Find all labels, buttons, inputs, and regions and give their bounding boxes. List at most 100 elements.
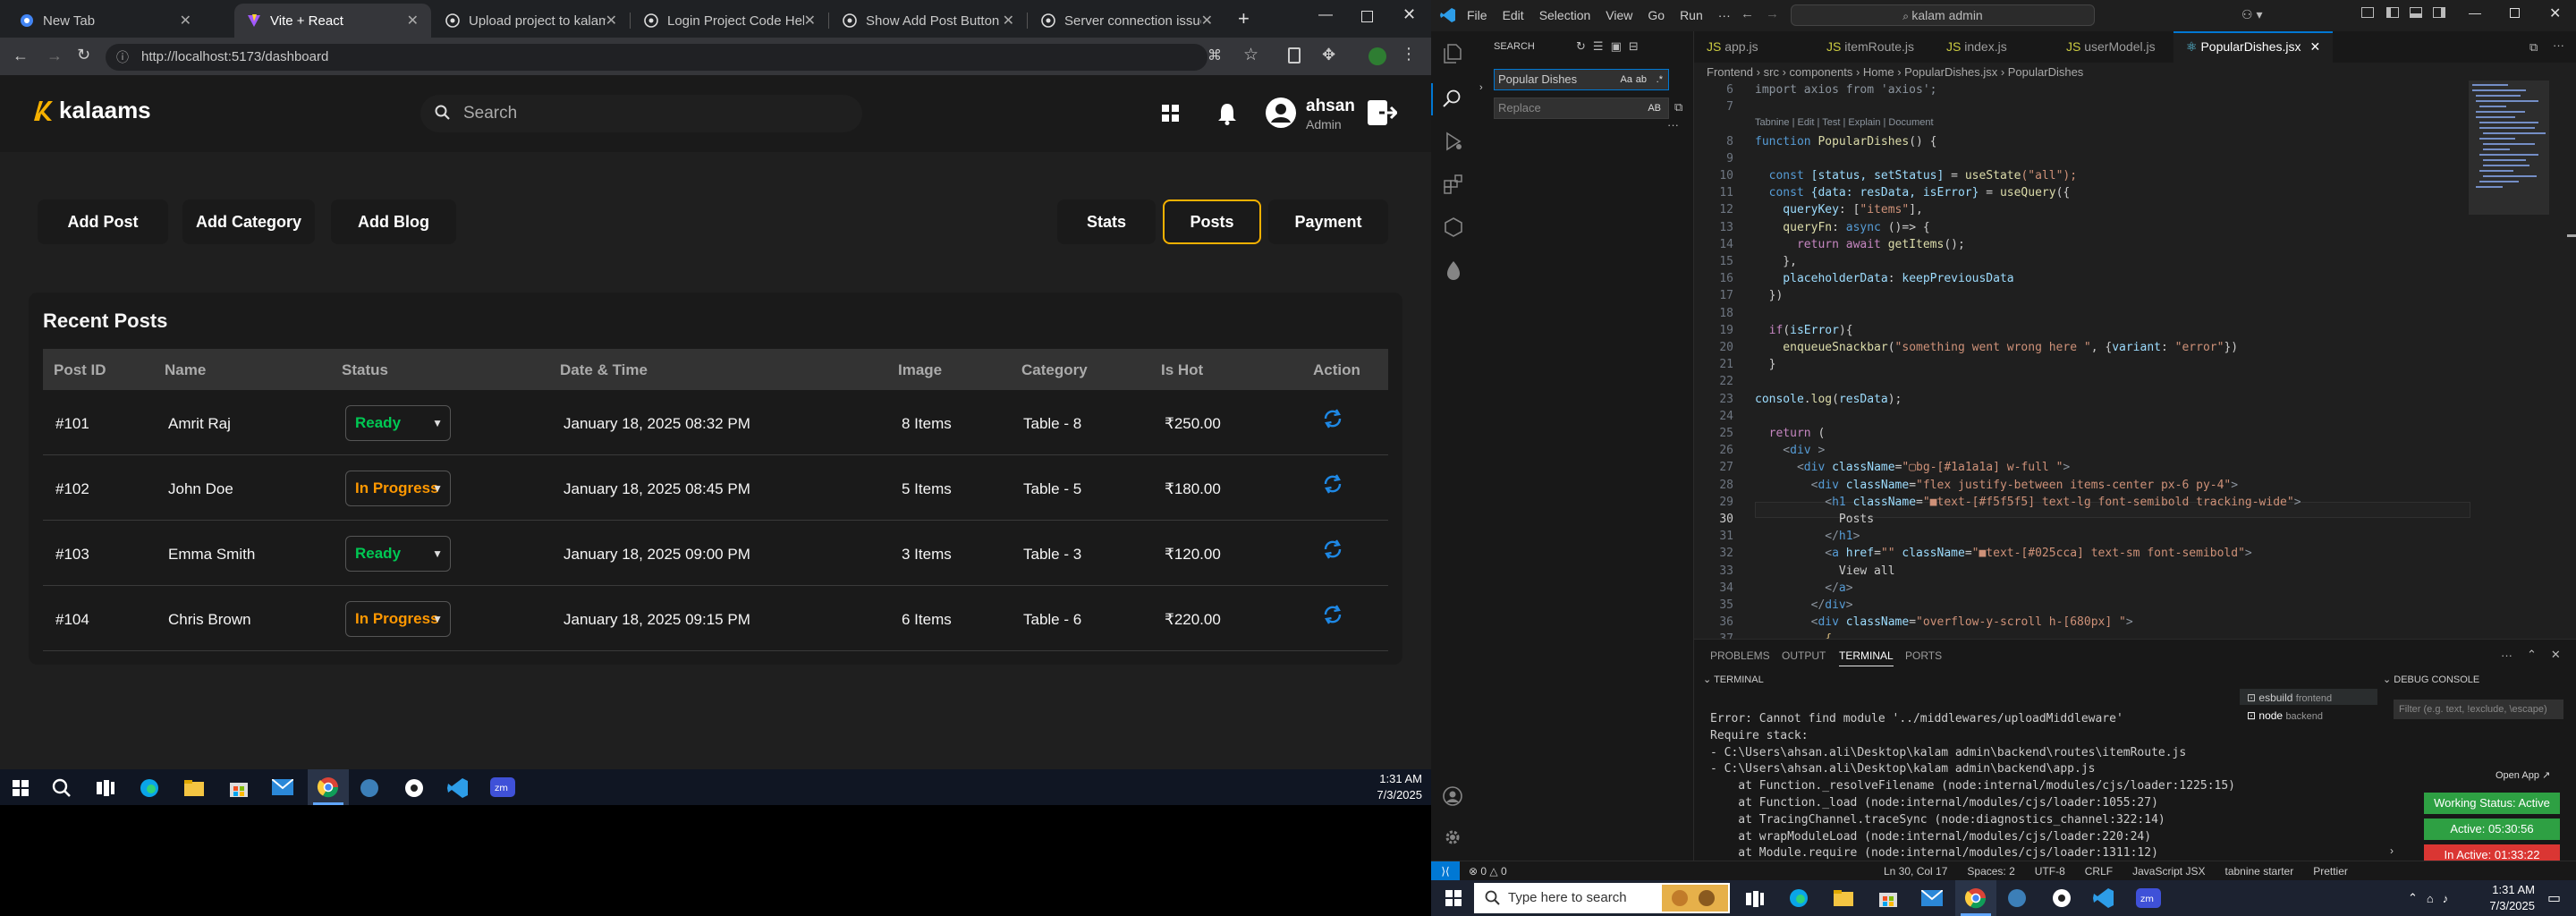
close-window-button[interactable]: ✕ (2549, 4, 2561, 22)
nav-forward-icon[interactable]: → (1766, 6, 1779, 21)
tab-ports[interactable]: PORTS (1905, 649, 1942, 662)
collapse-all-icon[interactable]: ⊟ (1629, 39, 1639, 54)
close-icon[interactable]: ✕ (2310, 39, 2321, 54)
expand-icon[interactable]: › (2390, 844, 2394, 857)
extensions-icon[interactable] (1444, 174, 1463, 194)
refresh-icon[interactable] (1322, 473, 1343, 495)
app-icon[interactable] (2052, 888, 2072, 908)
profile-avatar[interactable] (1368, 47, 1386, 65)
match-case-toggle[interactable]: Aa (1621, 70, 1632, 89)
address-bar[interactable]: ⓘ http://localhost:5173/dashboard (106, 44, 1208, 71)
menu-item[interactable]: Edit (1503, 8, 1524, 22)
breadcrumb-item[interactable]: Frontend (1707, 65, 1753, 79)
close-icon[interactable]: ✕ (1201, 12, 1213, 30)
minimize-button[interactable]: — (2469, 5, 2481, 20)
toggle-secondary-sidebar-icon[interactable] (2433, 7, 2445, 18)
forward-button[interactable]: → (47, 47, 63, 65)
clock-time[interactable]: 1:31 AM (2476, 883, 2535, 896)
open-app-button[interactable]: Open App ↗ (2496, 769, 2550, 781)
statusbar-encoding[interactable]: UTF-8 (2035, 865, 2065, 878)
search-icon[interactable] (52, 778, 72, 798)
close-panel-icon[interactable]: ✕ (2551, 648, 2561, 662)
debug-filter-input[interactable]: Filter (e.g. text, !exclude, \escape) (2394, 700, 2563, 719)
close-icon[interactable]: ✕ (1003, 12, 1014, 30)
editor-tab[interactable]: JS app.js (1694, 31, 1814, 63)
volume-icon[interactable]: ♪ (2443, 892, 2449, 905)
terminal-header[interactable]: ⌄ TERMINAL (1703, 674, 1764, 685)
remote-explorer-icon[interactable] (1444, 217, 1463, 237)
command-center[interactable]: ⌕ kalam admin (1791, 4, 2095, 26)
add-blog-button[interactable]: Add Blog (331, 199, 456, 244)
menu-item[interactable]: Go (1648, 8, 1665, 22)
statusbar-spaces[interactable]: Spaces: 2 (1967, 865, 2014, 878)
extension-icon[interactable]: ⌘ (1208, 47, 1222, 64)
remote-indicator-icon[interactable]: ⟩⟨ (1431, 861, 1460, 881)
clock-time[interactable]: 1:31 AM (1351, 772, 1422, 785)
chrome-taskbar-button[interactable] (1955, 880, 1996, 916)
breadcrumb-item[interactable]: Home (1863, 65, 1894, 79)
statusbar-prettier[interactable]: Prettier (2313, 865, 2348, 878)
tab-problems[interactable]: PROBLEMS (1710, 649, 1770, 662)
file-explorer-icon[interactable] (184, 780, 204, 796)
breadcrumb-item[interactable]: PopularDishes.jsx (1904, 65, 1997, 79)
replace-all-icon[interactable]: ⧉ (1674, 100, 1682, 114)
tab-payment[interactable]: Payment (1268, 199, 1388, 244)
browser-tab[interactable]: Show Add Post Button ✕ (830, 4, 1027, 38)
preserve-case-toggle[interactable]: AB (1648, 98, 1661, 118)
maximize-panel-icon[interactable]: ⌃ (2527, 648, 2537, 662)
tab-posts[interactable]: Posts (1163, 199, 1261, 244)
tab-terminal[interactable]: TERMINAL (1839, 649, 1894, 666)
clock-date[interactable]: 7/3/2025 (2476, 899, 2535, 912)
apps-grid-icon[interactable] (1161, 104, 1181, 123)
debug-console-header[interactable]: ⌄ DEBUG CONSOLE (2383, 674, 2479, 685)
toggle-sidebar-icon[interactable] (2386, 7, 2399, 18)
app-icon[interactable] (360, 778, 379, 798)
browser-tab[interactable]: Server connection issue fix ✕ (1029, 4, 1225, 38)
editor-tab-active[interactable]: ⚛ PopularDishes.jsx ✕ (2174, 31, 2333, 63)
puzzle-icon[interactable]: ✥ (1322, 46, 1335, 64)
more-actions-icon[interactable]: ··· (2553, 38, 2564, 52)
terminal-item[interactable]: ⊡ node backend (2247, 709, 2323, 722)
task-view-icon[interactable] (97, 780, 114, 796)
split-editor-icon[interactable]: ⧉ (2529, 40, 2538, 55)
problems-indicator[interactable]: ⊗ 0 △ 0 (1469, 865, 1507, 878)
statusbar-position[interactable]: Ln 30, Col 17 (1884, 865, 1947, 878)
layout-icon[interactable] (2361, 7, 2374, 18)
tabnine-icon[interactable] (1445, 260, 1462, 280)
browser-tab-active[interactable]: Vite + React ✕ (234, 4, 431, 38)
add-post-button[interactable]: Add Post (38, 199, 168, 244)
menu-item[interactable]: View (1606, 8, 1632, 22)
editor-tab[interactable]: JS userModel.js (2054, 31, 2174, 63)
nav-back-icon[interactable]: ← (1741, 6, 1754, 21)
app-icon[interactable] (404, 778, 424, 798)
more-options-icon[interactable]: ··· (1667, 118, 1679, 131)
zoom-icon[interactable]: zm (2136, 888, 2161, 908)
status-select[interactable]: Ready ▼ (345, 536, 451, 572)
network-icon[interactable]: ⌂ (2427, 892, 2434, 905)
windows-start-icon[interactable] (13, 780, 29, 796)
close-icon[interactable]: ✕ (407, 12, 419, 30)
search-query-input[interactable]: Popular Dishes Aa ab .* (1494, 69, 1669, 90)
reading-list-icon[interactable] (1288, 47, 1301, 64)
bell-icon[interactable] (1216, 102, 1238, 125)
back-button[interactable]: ← (13, 47, 29, 65)
edge-icon[interactable] (140, 778, 159, 798)
vscode-icon[interactable] (447, 777, 469, 799)
menu-item[interactable]: Selection (1539, 8, 1591, 22)
new-search-editor-icon[interactable]: ▣ (1611, 39, 1622, 54)
browser-tab[interactable]: Upload project to kalams.org ✕ (433, 4, 630, 38)
refresh-icon[interactable] (1322, 604, 1343, 625)
breadcrumb-item[interactable]: components (1790, 65, 1853, 79)
task-view-icon[interactable] (1746, 891, 1764, 907)
editor-tab[interactable]: JS index.js (1934, 31, 2054, 63)
refresh-icon[interactable]: ↻ (1576, 39, 1586, 54)
close-icon[interactable]: ✕ (804, 12, 816, 30)
browser-tab[interactable]: Login Project Code Help ✕ (631, 4, 828, 38)
close-icon[interactable]: ✕ (606, 12, 617, 30)
notification-icon[interactable]: ▭ (2547, 889, 2561, 907)
status-select[interactable]: Ready ▼ (345, 405, 451, 441)
breadcrumb-item[interactable]: PopularDishes (2008, 65, 2084, 79)
terminal-item[interactable]: ⊡ esbuild frontend (2247, 691, 2332, 704)
add-category-button[interactable]: Add Category (182, 199, 315, 244)
regex-icon[interactable]: .* (1657, 70, 1663, 89)
